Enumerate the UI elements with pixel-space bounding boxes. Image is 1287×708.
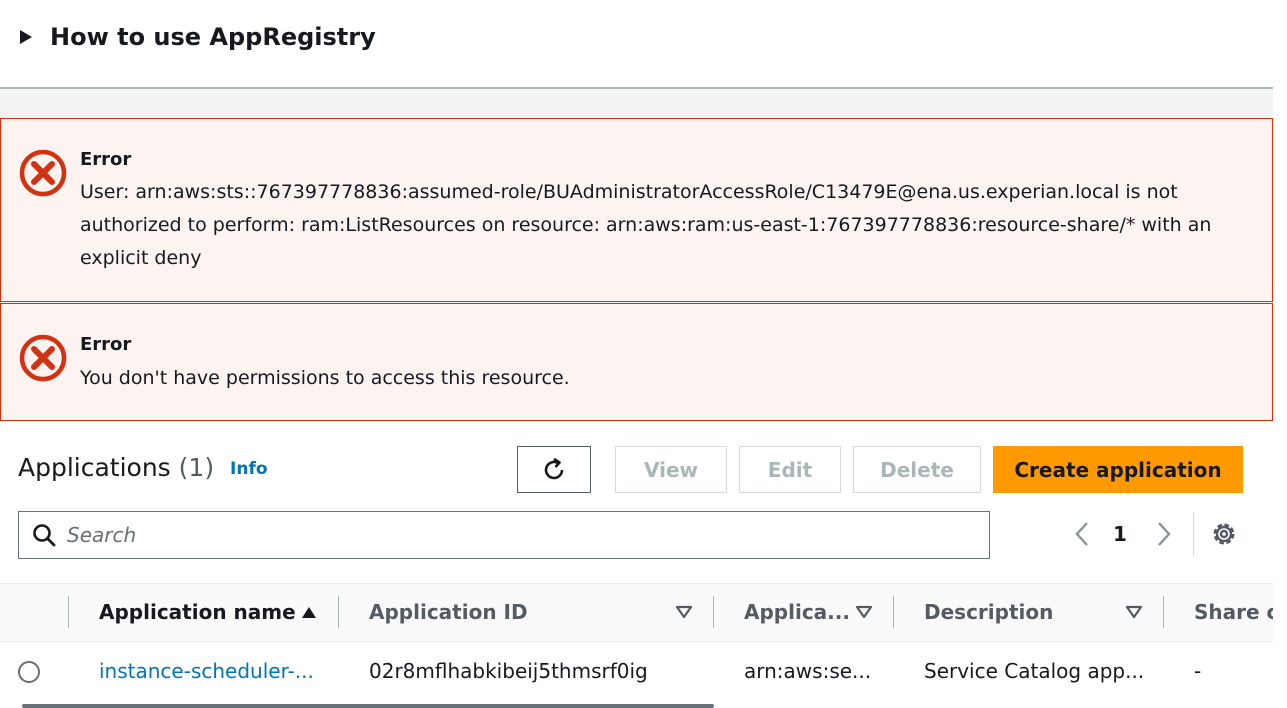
search-input[interactable] bbox=[67, 523, 947, 547]
column-header-description[interactable]: Description bbox=[924, 597, 1053, 627]
caret-right-icon bbox=[20, 30, 32, 44]
row-select-radio[interactable] bbox=[18, 661, 40, 683]
description-cell: Service Catalog app... bbox=[924, 659, 1145, 683]
alert-title: Error bbox=[80, 334, 132, 355]
search-box[interactable] bbox=[18, 511, 990, 559]
alert-message-line: User: arn:aws:sts::767397778836:assumed-… bbox=[80, 181, 1178, 203]
column-header-application-name[interactable]: Application name bbox=[99, 597, 296, 627]
column-separator[interactable] bbox=[893, 596, 894, 628]
sort-descending-icon[interactable] bbox=[855, 605, 873, 619]
delete-button[interactable]: Delete bbox=[853, 446, 981, 493]
applications-heading: Applications (1) Info bbox=[18, 449, 268, 488]
column-header-application-arn[interactable]: Applica... bbox=[744, 597, 850, 627]
sort-descending-icon[interactable] bbox=[675, 605, 693, 619]
sort-descending-icon[interactable] bbox=[1125, 605, 1143, 619]
how-to-title: How to use AppRegistry bbox=[50, 23, 376, 51]
how-to-expandable-section[interactable]: How to use AppRegistry bbox=[0, 0, 1273, 89]
application-id-cell: 02r8mflhabkibeij5thmsrf0ig bbox=[369, 659, 648, 683]
refresh-icon bbox=[544, 457, 564, 479]
info-link[interactable]: Info bbox=[230, 459, 268, 479]
refresh-button[interactable] bbox=[517, 446, 591, 493]
search-icon bbox=[33, 524, 56, 547]
alert-message-line: explicit deny bbox=[80, 247, 202, 269]
horizontal-scrollbar-thumb[interactable] bbox=[22, 704, 714, 708]
column-separator[interactable] bbox=[1163, 596, 1164, 628]
vertical-scrollbar-track[interactable] bbox=[1273, 0, 1287, 708]
applications-title: Applications bbox=[18, 453, 171, 482]
gear-icon[interactable] bbox=[1208, 518, 1240, 550]
column-header-application-id[interactable]: Application ID bbox=[369, 597, 528, 627]
current-page-number[interactable]: 1 bbox=[1113, 521, 1127, 547]
application-name-link[interactable]: instance-scheduler-... bbox=[99, 656, 314, 686]
alert-message-line: You don't have permissions to access thi… bbox=[80, 367, 570, 389]
applications-count: (1) bbox=[178, 453, 215, 482]
column-header-share-count[interactable]: Share co bbox=[1194, 597, 1273, 627]
alert-message: You don't have permissions to access thi… bbox=[80, 362, 1212, 395]
error-alert-2: Error You don't have permissions to acce… bbox=[0, 303, 1273, 421]
chevron-right-icon[interactable] bbox=[1152, 516, 1176, 552]
view-button[interactable]: View bbox=[615, 446, 727, 493]
edit-button[interactable]: Edit bbox=[739, 446, 841, 493]
pagination-divider bbox=[1193, 512, 1194, 556]
error-icon bbox=[19, 334, 67, 382]
create-application-button[interactable]: Create application bbox=[993, 446, 1243, 493]
column-separator[interactable] bbox=[338, 596, 339, 628]
column-separator[interactable] bbox=[713, 596, 714, 628]
alert-title: Error bbox=[80, 149, 132, 170]
chevron-left-icon[interactable] bbox=[1070, 516, 1094, 552]
sort-ascending-icon[interactable] bbox=[300, 605, 318, 619]
alert-message: User: arn:aws:sts::767397778836:assumed-… bbox=[80, 176, 1212, 275]
application-arn-cell: arn:aws:se... bbox=[744, 659, 872, 683]
error-icon bbox=[19, 149, 67, 197]
error-alert-1: Error User: arn:aws:sts::767397778836:as… bbox=[0, 118, 1273, 302]
share-count-cell: - bbox=[1194, 659, 1202, 683]
alert-message-line: authorized to perform: ram:ListResources… bbox=[80, 214, 1212, 236]
column-separator bbox=[68, 596, 69, 628]
